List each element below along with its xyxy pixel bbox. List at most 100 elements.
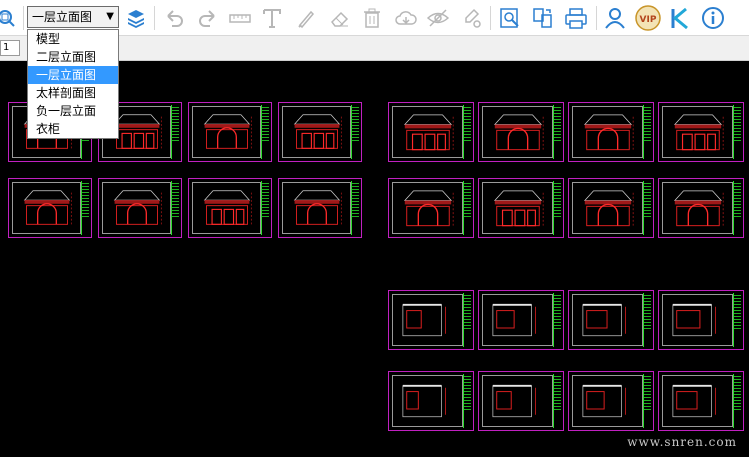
undo-icon[interactable]: [160, 4, 188, 32]
drawing-sheet[interactable]: [568, 102, 654, 162]
sheet-elevation-drawing: [582, 303, 626, 337]
sheet-title-block: [351, 181, 359, 235]
layout-select-value: 一层立面图: [32, 10, 93, 24]
dropdown-option-wardrobe[interactable]: 衣柜: [28, 120, 118, 138]
drawing-sheet[interactable]: [478, 371, 564, 431]
sheet-elevation-drawing: [203, 190, 252, 225]
sheet-title-block: [261, 105, 269, 159]
hide-icon[interactable]: [424, 4, 452, 32]
drawing-sheet[interactable]: [478, 102, 564, 162]
sheet-title-block: [81, 181, 89, 235]
sheet-title-block: [171, 181, 179, 235]
drawing-sheet[interactable]: [478, 290, 564, 350]
sheet-elevation-drawing: [23, 190, 72, 225]
drawing-sheet[interactable]: [568, 178, 654, 238]
layout-tab-marker[interactable]: 1: [0, 40, 20, 56]
layout-select[interactable]: 一层立面图 ▼: [27, 6, 119, 28]
sheet-elevation-drawing: [672, 303, 716, 337]
sheet-elevation-drawing: [672, 384, 716, 418]
sheet-elevation-drawing: [493, 114, 544, 151]
sheet-title-block: [171, 105, 179, 159]
dropdown-option-first-floor[interactable]: 一层立面图: [28, 66, 118, 84]
sheet-title-block: [463, 181, 471, 235]
drawing-sheet[interactable]: [388, 178, 474, 238]
sheet-elevation-drawing: [583, 190, 634, 227]
pen-icon[interactable]: [292, 4, 320, 32]
info-icon[interactable]: [699, 4, 727, 32]
sheet-elevation-drawing: [673, 114, 724, 151]
user-icon[interactable]: [601, 4, 629, 32]
sheet-title-block: [733, 374, 741, 428]
sheet-elevation-drawing: [493, 190, 544, 227]
sheet-title-block: [463, 293, 471, 347]
toolbar-separator: [596, 6, 597, 30]
drawing-sheet[interactable]: [658, 178, 744, 238]
layers-icon[interactable]: [122, 4, 150, 32]
drawing-sheet[interactable]: [388, 371, 474, 431]
sheet-title-block: [553, 181, 561, 235]
text-icon[interactable]: [258, 4, 286, 32]
sheet-elevation-drawing: [293, 114, 342, 149]
toolbar-separator: [490, 6, 491, 30]
dropdown-option-second-floor[interactable]: 二层立面图: [28, 48, 118, 66]
dropdown-option-model[interactable]: 模型: [28, 30, 118, 48]
sheet-elevation-drawing: [583, 114, 634, 151]
sheet-title-block: [351, 105, 359, 159]
sheet-title-block: [463, 105, 471, 159]
drawing-sheet[interactable]: [478, 178, 564, 238]
drawing-sheet[interactable]: [278, 178, 362, 238]
drawing-sheet[interactable]: [658, 290, 744, 350]
eraser-icon[interactable]: [326, 4, 354, 32]
drawing-sheet[interactable]: [278, 102, 362, 162]
sheet-elevation-drawing: [403, 114, 454, 151]
k-logo-icon[interactable]: [666, 4, 694, 32]
sheet-elevation-drawing: [402, 384, 446, 418]
sheet-title-block: [261, 181, 269, 235]
drawing-sheet[interactable]: [658, 371, 744, 431]
sheet-title-block: [553, 374, 561, 428]
toolbar-separator: [154, 6, 155, 30]
delete-icon[interactable]: [358, 4, 386, 32]
dropdown-option-basement[interactable]: 负一层立面: [28, 102, 118, 120]
toolbar-separator: [23, 6, 24, 30]
sheet-title-block: [553, 105, 561, 159]
sheet-title-block: [643, 105, 651, 159]
drawing-sheet[interactable]: [658, 102, 744, 162]
drawing-sheet[interactable]: [188, 102, 272, 162]
redo-icon[interactable]: [194, 4, 222, 32]
sheet-elevation-drawing: [673, 190, 724, 227]
sheet-title-block: [733, 181, 741, 235]
sheet-elevation-drawing: [492, 303, 536, 337]
layout-dropdown[interactable]: 模型 二层立面图 一层立面图 太样剖面图 负一层立面 衣柜: [27, 29, 119, 139]
sheet-elevation-drawing: [403, 190, 454, 227]
sheet-title-block: [733, 293, 741, 347]
sheet-elevation-drawing: [402, 303, 446, 337]
drawing-sheet[interactable]: [568, 290, 654, 350]
print-icon[interactable]: [562, 4, 590, 32]
drawing-sheet[interactable]: [8, 178, 92, 238]
dropdown-option-section[interactable]: 太样剖面图: [28, 84, 118, 102]
cloud-icon[interactable]: [392, 4, 420, 32]
sheet-title-block: [463, 374, 471, 428]
drawing-sheet[interactable]: [388, 290, 474, 350]
vip-label: VIP: [640, 15, 657, 25]
sheet-elevation-drawing: [492, 384, 536, 418]
settings-icon[interactable]: [458, 4, 486, 32]
sheet-elevation-drawing: [293, 190, 342, 225]
drawing-sheet[interactable]: [388, 102, 474, 162]
watermark: www.snren.com: [627, 435, 737, 449]
zoom-extents-icon[interactable]: [0, 4, 22, 32]
sheet-title-block: [733, 105, 741, 159]
sheet-title-block: [643, 374, 651, 428]
measure-icon[interactable]: [226, 4, 254, 32]
drawing-sheet[interactable]: [98, 178, 182, 238]
search-icon[interactable]: [496, 4, 524, 32]
vip-icon[interactable]: VIP: [634, 4, 662, 32]
sheet-title-block: [643, 293, 651, 347]
compare-icon[interactable]: [529, 4, 557, 32]
chevron-down-icon: ▼: [106, 11, 114, 22]
drawing-sheet[interactable]: [568, 371, 654, 431]
drawing-sheet[interactable]: [188, 178, 272, 238]
sheet-elevation-drawing: [582, 384, 626, 418]
sheet-title-block: [643, 181, 651, 235]
